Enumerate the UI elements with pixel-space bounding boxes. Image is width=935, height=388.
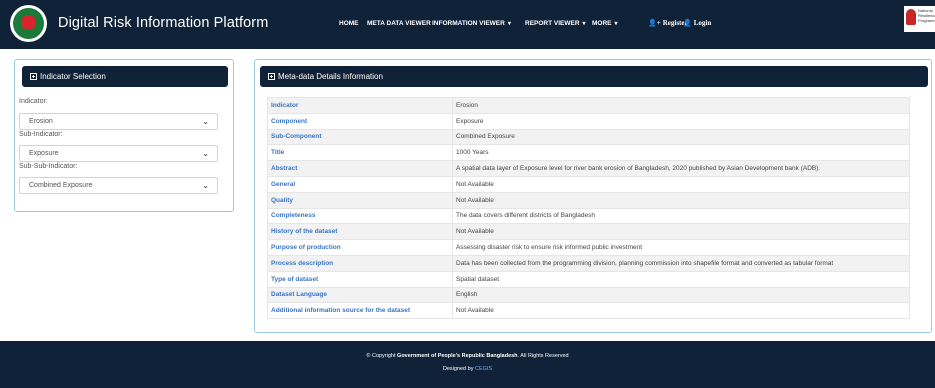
nav-more[interactable]: MORE ▾ [592, 20, 618, 30]
table-row: Sub-Component Combined Exposure [267, 128, 910, 146]
table-row: Additional information source for the da… [267, 302, 910, 320]
sub-sub-indicator-select[interactable]: Combined Exposure ⌄ [19, 177, 218, 194]
table-row: Purpose of production Assessing disaster … [267, 239, 910, 256]
row-key: Completeness [267, 207, 453, 225]
row-key: Type of dataset [267, 270, 453, 288]
expand-icon [268, 73, 275, 80]
cegis-link[interactable]: CEGIS [475, 366, 492, 372]
row-key: Abstract [267, 160, 453, 177]
table-row: Completeness The data covers different di… [267, 207, 910, 225]
row-key: Purpose of production [267, 239, 453, 256]
nav-report-viewer[interactable]: REPORT VIEWER ▾ [525, 20, 586, 30]
row-value: Exposure [452, 112, 910, 130]
table-row: History of the dataset Not Available [267, 223, 910, 241]
row-value: Not Available [452, 302, 910, 320]
row-value: A spatial data layer of Exposure level f… [452, 160, 910, 177]
login-link[interactable]: 👤 Login [683, 19, 711, 27]
expand-icon [30, 73, 37, 80]
row-key: Indicator [267, 97, 453, 114]
table-row: Title 1000 Years [267, 144, 910, 162]
register-link[interactable]: 👤+ Register [648, 19, 688, 27]
table-row: Component Exposure [267, 112, 910, 130]
row-value: Not Available [452, 223, 910, 241]
row-value: Data has been collected from the program… [452, 254, 910, 272]
add-user-icon: 👤+ [648, 19, 661, 27]
sub-indicator-label: Sub-Indicator: [19, 131, 63, 138]
row-key: History of the dataset [267, 223, 453, 241]
row-key: Component [267, 112, 453, 130]
chevron-down-icon: ▾ [614, 21, 618, 27]
user-icon: 👤 [683, 19, 692, 27]
copyright-line: © Copyright Government of People's Repub… [366, 353, 569, 359]
row-value: 1000 Years [452, 144, 910, 162]
table-row: Quality Not Available [267, 191, 910, 209]
chevron-down-icon: ▾ [582, 21, 586, 27]
nav-home[interactable]: HOME [339, 20, 359, 30]
sub-indicator-select[interactable]: Exposure ⌄ [19, 145, 218, 162]
page-footer: © Copyright Government of People's Repub… [0, 341, 935, 388]
row-key: Process description [267, 254, 453, 272]
metadata-table: Indicator Erosion Component Exposure Sub-C… [267, 97, 910, 320]
metadata-details-header: Meta-data Details Information [260, 66, 928, 87]
row-key: Quality [267, 191, 453, 209]
indicator-label: Indicator: [19, 98, 48, 105]
row-key: Title [267, 144, 453, 162]
row-value: Assessing disaster risk to ensure risk i… [452, 239, 910, 256]
row-value: Spatial dataset [452, 270, 910, 288]
row-key: Dataset Language [267, 286, 453, 304]
nav-meta-data-viewer[interactable]: META DATA VIEWER [367, 20, 431, 30]
indicator-selection-header: Indicator Selection [22, 66, 228, 87]
row-key: Additional information source for the da… [267, 302, 453, 320]
chevron-down-icon: ⌄ [202, 149, 209, 158]
government-seal-logo[interactable] [10, 5, 47, 42]
row-value: Not Available [452, 191, 910, 209]
table-row: General Not Available [267, 175, 910, 193]
indicator-select[interactable]: Erosion ⌄ [19, 113, 218, 130]
table-row: Indicator Erosion [267, 97, 910, 114]
top-navbar: Digital Risk Information Platform HOME M… [0, 0, 935, 49]
sub-sub-indicator-label: Sub-Sub-Indicator: [19, 163, 78, 170]
chevron-down-icon: ⌄ [202, 117, 209, 126]
chevron-down-icon: ▾ [507, 21, 511, 27]
government-name: Government of People's Republic Banglade… [397, 353, 518, 359]
nav-information-viewer[interactable]: INFORMATION VIEWER ▾ [432, 20, 511, 30]
row-value: Erosion [452, 97, 910, 114]
brand-title[interactable]: Digital Risk Information Platform [58, 15, 268, 31]
table-row: Dataset Language English [267, 286, 910, 304]
chevron-down-icon: ⌄ [202, 181, 209, 190]
row-value: The data covers different districts of B… [452, 207, 910, 225]
table-row: Abstract A spatial data layer of Exposure… [267, 160, 910, 177]
table-row: Type of dataset Spatial dataset [267, 270, 910, 288]
row-key: General [267, 175, 453, 193]
row-key: Sub-Component [267, 128, 453, 146]
table-row: Process description Data has been collect… [267, 254, 910, 272]
partner-logo: National Resilience Programme [904, 6, 935, 32]
row-value: Not Available [452, 175, 910, 193]
row-value: Combined Exposure [452, 128, 910, 146]
designed-by-line: Designed by CEGIS [442, 366, 493, 372]
row-value: English [452, 286, 910, 304]
